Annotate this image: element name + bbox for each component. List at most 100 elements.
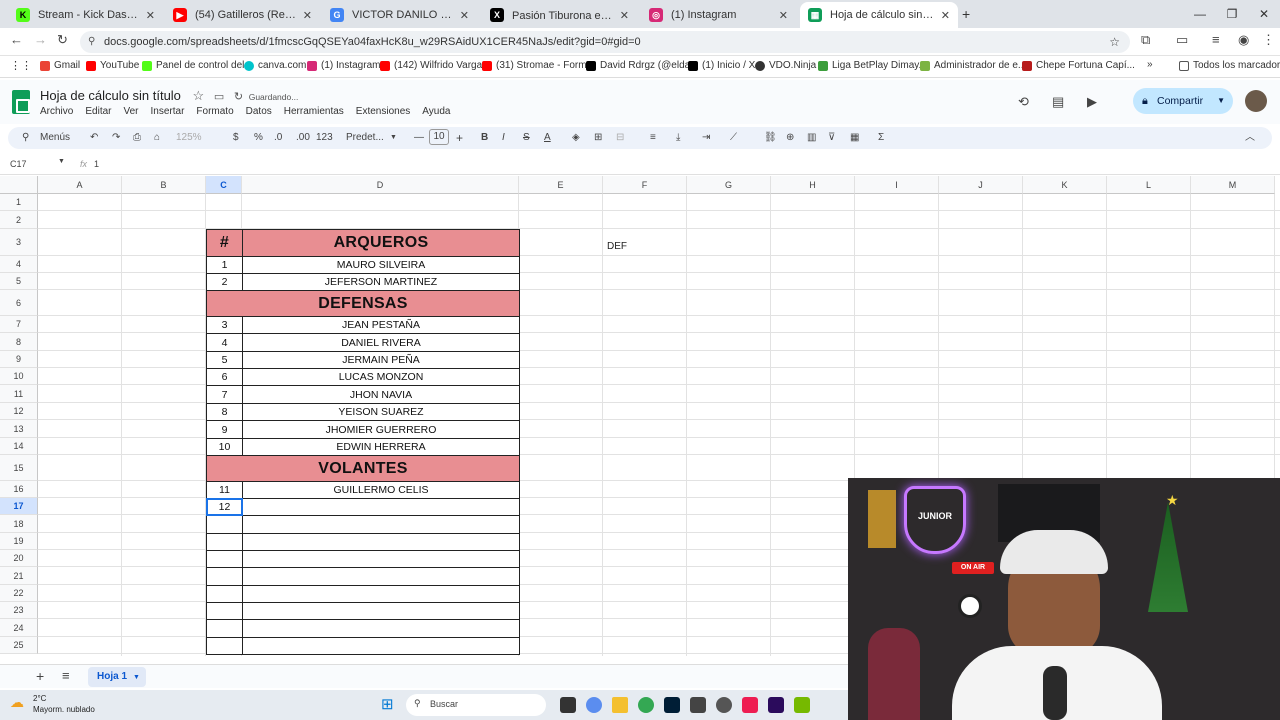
- comment-icon[interactable]: ⊕: [786, 131, 794, 145]
- empty-number-cell[interactable]: [206, 567, 243, 586]
- all-bookmarks[interactable]: Todos los marcadores: [1179, 60, 1280, 71]
- doc-title[interactable]: Hoja de cálculo sin título ☆ ▭ ↻ Guardan…: [40, 88, 298, 104]
- column-header-e[interactable]: E: [519, 176, 603, 194]
- photoshop-icon[interactable]: [664, 697, 680, 713]
- column-header-f[interactable]: F: [603, 176, 687, 194]
- empty-name-cell[interactable]: [242, 602, 520, 620]
- chrome-icon[interactable]: [638, 697, 654, 713]
- all-sheets-icon[interactable]: ≡: [62, 668, 70, 683]
- chevron-down-icon[interactable]: ▼: [1217, 88, 1225, 114]
- empty-name-cell[interactable]: [242, 550, 520, 568]
- font-size-minus[interactable]: —: [414, 131, 424, 145]
- row-header-20[interactable]: 20: [0, 550, 38, 567]
- formula-input[interactable]: 1: [94, 159, 99, 169]
- column-header-a[interactable]: A: [38, 176, 122, 194]
- text-color-button[interactable]: A: [544, 131, 551, 145]
- active-cell-c17[interactable]: 12: [206, 498, 243, 516]
- functions-icon[interactable]: Σ: [878, 131, 884, 145]
- taskbar-search[interactable]: ⚲ Buscar: [406, 694, 546, 716]
- star-icon[interactable]: ☆: [1109, 31, 1120, 53]
- menu-archivo[interactable]: Archivo: [40, 106, 73, 117]
- profile-icon[interactable]: ◉: [1238, 32, 1249, 48]
- nvidia-icon[interactable]: [794, 697, 810, 713]
- bookmark-item[interactable]: (31) Stromae - Form...: [482, 60, 595, 71]
- align-horizontal-icon[interactable]: ≡: [650, 131, 656, 145]
- empty-number-cell[interactable]: [206, 637, 243, 655]
- strikethrough-button[interactable]: S: [523, 131, 530, 145]
- zoom-select[interactable]: 125%: [176, 131, 202, 145]
- player-number-cell[interactable]: 7: [206, 385, 243, 404]
- after-effects-icon[interactable]: [768, 697, 784, 713]
- bookmark-item[interactable]: YouTube: [86, 60, 139, 71]
- player-name-cell[interactable]: DANIEL RIVERA: [242, 333, 520, 352]
- align-vertical-icon[interactable]: ⤓: [676, 131, 680, 145]
- new-tab-icon[interactable]: +: [962, 6, 970, 22]
- header-hash-cell[interactable]: #: [206, 229, 243, 257]
- chevron-down-icon[interactable]: ▼: [133, 674, 140, 681]
- menu-herramientas[interactable]: Herramientas: [284, 106, 344, 117]
- row-header-19[interactable]: 19: [0, 533, 38, 550]
- menu-formato[interactable]: Formato: [196, 106, 233, 117]
- section-goalkeepers-cell[interactable]: ARQUEROS: [242, 229, 520, 257]
- empty-name-cell[interactable]: [242, 533, 520, 551]
- font-size-input[interactable]: 10: [429, 129, 449, 145]
- bookmark-item[interactable]: (1) Inicio / X: [688, 60, 755, 71]
- column-header-l[interactable]: L: [1107, 176, 1191, 194]
- player-name-cell[interactable]: JEFERSON MARTINEZ: [242, 273, 520, 291]
- player-number-cell[interactable]: 8: [206, 403, 243, 421]
- tab-x[interactable]: X Pasión Tiburona en X: "👉 Juni ✕: [482, 2, 637, 28]
- back-icon[interactable]: ←: [10, 32, 23, 47]
- bookmark-item[interactable]: canva.com: [244, 60, 306, 71]
- row-header-3[interactable]: 3: [0, 229, 38, 256]
- row-header-9[interactable]: 9: [0, 351, 38, 368]
- close-icon[interactable]: ✕: [620, 9, 629, 22]
- row-header-8[interactable]: 8: [0, 333, 38, 351]
- bookmark-item[interactable]: Panel de control del...: [142, 60, 253, 71]
- player-name-cell[interactable]: GUILLERMO CELIS: [242, 481, 520, 499]
- empty-name-cell[interactable]: [242, 498, 520, 516]
- history-icon[interactable]: ⟲: [1018, 94, 1029, 110]
- reload-icon[interactable]: ↻: [57, 32, 68, 48]
- player-name-cell[interactable]: LUCAS MONZON: [242, 368, 520, 386]
- player-number-cell[interactable]: 11: [206, 481, 243, 499]
- player-number-cell[interactable]: 3: [206, 316, 243, 334]
- text-wrap-icon[interactable]: ⇥: [702, 131, 710, 145]
- app-icon[interactable]: [716, 697, 732, 713]
- menu-extensiones[interactable]: Extensiones: [356, 106, 410, 117]
- empty-name-cell[interactable]: [242, 637, 520, 655]
- tab-sheets[interactable]: ▦ Hoja de cálculo sin título - Hoja ✕: [800, 2, 958, 28]
- row-header-16[interactable]: 16: [0, 481, 38, 498]
- player-name-cell[interactable]: EDWIN HERRERA: [242, 438, 520, 456]
- cell-f3[interactable]: DEF: [607, 241, 627, 252]
- task-view-icon[interactable]: [560, 697, 576, 713]
- file-explorer-icon[interactable]: [612, 697, 628, 713]
- borders-icon[interactable]: ⊞: [594, 131, 602, 145]
- column-header-k[interactable]: K: [1023, 176, 1107, 194]
- bold-button[interactable]: B: [481, 131, 488, 145]
- chevron-down-icon[interactable]: ▼: [58, 158, 65, 165]
- section-defenders-cell[interactable]: DEFENSAS: [206, 290, 520, 317]
- paint-format-icon[interactable]: ⌂: [154, 131, 160, 145]
- player-number-cell[interactable]: 2: [206, 273, 243, 291]
- column-header-d[interactable]: D: [242, 176, 519, 194]
- filter-icon[interactable]: ⊽: [828, 131, 835, 145]
- row-header-4[interactable]: 4: [0, 256, 38, 273]
- row-header-1[interactable]: 1: [0, 194, 38, 211]
- bookmark-item[interactable]: Gmail: [40, 60, 80, 71]
- tab-instagram[interactable]: ◎ (1) Instagram ✕: [641, 2, 796, 28]
- redo-icon[interactable]: ↷: [112, 131, 120, 145]
- player-number-cell[interactable]: 4: [206, 333, 243, 352]
- share-button[interactable]: 🔒︎ Compartir ▼: [1133, 88, 1233, 114]
- bookmark-item[interactable]: VDO.Ninja: [755, 60, 816, 71]
- column-header-h[interactable]: H: [771, 176, 855, 194]
- player-name-cell[interactable]: MAURO SILVEIRA: [242, 256, 520, 274]
- sheet-tab-hoja1[interactable]: Hoja 1 ▼: [88, 667, 146, 687]
- percent-button[interactable]: %: [254, 131, 263, 145]
- close-icon[interactable]: ✕: [779, 9, 788, 22]
- player-number-cell[interactable]: 9: [206, 420, 243, 439]
- menu-editar[interactable]: Editar: [85, 106, 111, 117]
- bookmark-item[interactable]: Liga BetPlay Dimay...: [818, 60, 927, 71]
- text-rotation-icon[interactable]: ⟋: [730, 131, 737, 145]
- row-header-6[interactable]: 6: [0, 290, 38, 316]
- tab-youtube[interactable]: ▶ (54) Gatilleros (Remix) - Tito El B ✕: [165, 2, 320, 28]
